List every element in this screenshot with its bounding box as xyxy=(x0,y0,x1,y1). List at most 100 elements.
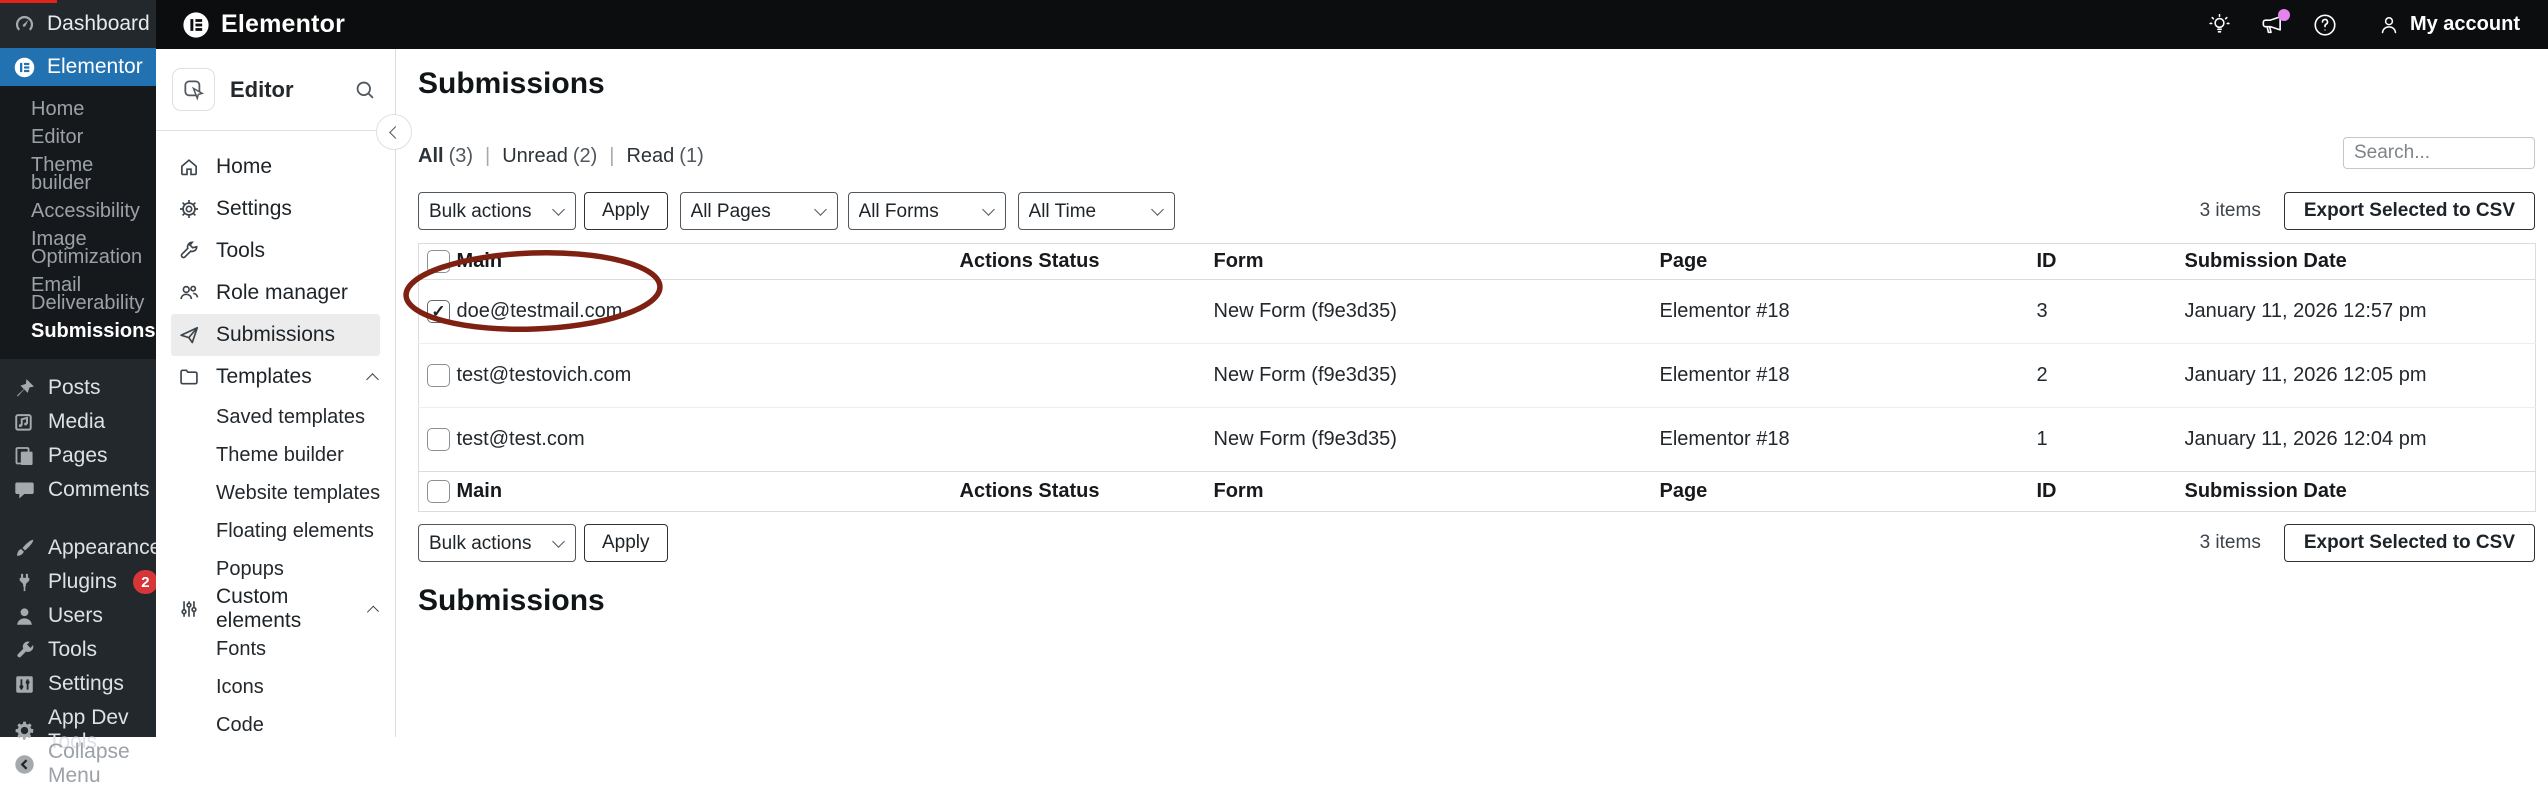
sidebar-item-label: Media xyxy=(48,410,106,433)
cell-email[interactable]: test@testovich.com xyxy=(455,343,959,408)
top-toolbar: Bulk actions Apply All Pages All Forms A… xyxy=(418,192,2535,230)
idea-lightbulb-icon[interactable] xyxy=(2207,12,2232,37)
cell-page[interactable]: Elementor #18 xyxy=(1658,343,2036,408)
column-page: Page xyxy=(1658,471,2036,512)
select-all-checkbox[interactable] xyxy=(427,250,450,273)
panel-item-submissions[interactable]: Submissions xyxy=(171,314,380,356)
separator: | xyxy=(485,145,491,167)
sidebar-item-label: Tools xyxy=(48,638,98,661)
wrench-icon xyxy=(13,639,36,662)
sidebar-item-pages[interactable]: Pages xyxy=(0,439,156,473)
gear-icon xyxy=(13,719,36,742)
cell-email[interactable]: doe@testmail.com xyxy=(455,279,959,344)
cell-form: New Form (f9e3d35) xyxy=(1213,428,1397,450)
sidebar-item-posts[interactable]: Posts xyxy=(0,371,156,405)
panel-subitem-code[interactable]: Code xyxy=(156,706,395,744)
sidebar-item-elementor[interactable]: Elementor xyxy=(0,48,156,86)
apply-button-bottom[interactable]: Apply xyxy=(584,524,668,562)
pages-icon xyxy=(13,445,36,468)
submenu-item-theme-builder[interactable]: Theme builder xyxy=(0,151,156,197)
bulk-actions-select-bottom[interactable]: Bulk actions xyxy=(418,524,576,562)
export-csv-button[interactable]: Export Selected to CSV xyxy=(2283,192,2535,230)
submenu-item-editor[interactable]: Editor xyxy=(0,123,156,151)
sidebar-item-users[interactable]: Users xyxy=(0,599,156,633)
elementor-panel: Editor Home Settings Tools Role manager … xyxy=(156,49,412,737)
column-id: ID xyxy=(2035,471,2184,512)
column-main: Main xyxy=(455,243,959,280)
submenu-item-submissions[interactable]: Submissions xyxy=(0,317,156,345)
sidebar-item-label: Comments xyxy=(48,478,150,501)
panel-subitem-popups[interactable]: Popups xyxy=(156,550,395,588)
my-account-button[interactable]: My account xyxy=(2377,13,2520,37)
view-filter-all[interactable]: All (3) xyxy=(418,145,473,168)
panel-item-label: Role manager xyxy=(216,281,348,304)
panel-subitem-label: Popups xyxy=(216,557,284,580)
sidebar-item-media[interactable]: Media xyxy=(0,405,156,439)
panel-subitem-website-templates[interactable]: Website templates xyxy=(156,474,395,512)
submenu-item-home[interactable]: Home xyxy=(0,95,156,123)
account-label: My account xyxy=(2409,13,2520,35)
page-title: Submissions xyxy=(418,67,605,100)
paper-plane-icon xyxy=(178,324,200,346)
row-checkbox[interactable]: ✓ xyxy=(427,300,450,323)
sidebar-item-label: Collapse Menu xyxy=(48,740,130,787)
panel-item-label: Templates xyxy=(216,365,312,388)
panel-item-label: Tools xyxy=(216,239,266,262)
submenu-item-image-optimization[interactable]: Image Optimization xyxy=(0,225,156,271)
sidebar-item-tools[interactable]: Tools xyxy=(0,633,156,667)
panel-item-role-manager[interactable]: Role manager xyxy=(156,272,395,314)
panel-item-home[interactable]: Home xyxy=(156,146,395,188)
view-filter-unread[interactable]: Unread (2) xyxy=(502,145,597,168)
all-forms-select[interactable]: All Forms xyxy=(847,192,1006,230)
row-checkbox[interactable] xyxy=(427,428,450,451)
view-filter-read[interactable]: Read (1) xyxy=(626,145,703,168)
panel-subitem-label: Theme builder xyxy=(216,443,344,466)
panel-header: Editor xyxy=(156,49,395,131)
bulk-actions-select[interactable]: Bulk actions xyxy=(418,192,576,230)
panel-subitem-label: Website templates xyxy=(216,481,381,504)
sidebar-item-label: Users xyxy=(48,604,103,627)
export-csv-button-bottom[interactable]: Export Selected to CSV xyxy=(2283,524,2535,562)
panel-item-custom-elements[interactable]: Custom elements xyxy=(156,585,395,632)
column-submission-date: Submission Date xyxy=(2183,243,2536,280)
sidebar-item-collapse-menu[interactable]: Collapse Menu xyxy=(0,740,156,787)
sidebar-item-comments[interactable]: Comments xyxy=(0,473,156,507)
plugins-update-badge: 2 xyxy=(132,570,158,594)
all-pages-select[interactable]: All Pages xyxy=(679,192,838,230)
submenu-item-email-deliverability[interactable]: Email Deliverability xyxy=(0,271,156,317)
table-row: test@test.com New Form (f9e3d35) Element… xyxy=(419,408,2536,472)
all-time-select[interactable]: All Time xyxy=(1017,192,1175,230)
row-checkbox[interactable] xyxy=(427,364,450,387)
panel-subitem-fonts[interactable]: Fonts xyxy=(156,630,395,668)
panel-item-tools[interactable]: Tools xyxy=(156,230,395,272)
cell-page[interactable]: Elementor #18 xyxy=(1658,279,2036,344)
editor-launch-button[interactable] xyxy=(172,68,215,111)
apply-button[interactable]: Apply xyxy=(584,192,668,230)
panel-collapse-button[interactable] xyxy=(376,114,412,150)
cell-page[interactable]: Elementor #18 xyxy=(1659,408,2036,472)
help-icon[interactable] xyxy=(2312,12,2338,38)
panel-subitem-label: Code xyxy=(216,713,264,736)
elementor-logo-icon xyxy=(13,56,36,79)
search-input[interactable] xyxy=(2343,137,2535,169)
panel-subitem-theme-builder[interactable]: Theme builder xyxy=(156,436,395,474)
panel-subitem-saved-templates[interactable]: Saved templates xyxy=(156,398,395,436)
submenu-item-accessibility[interactable]: Accessibility xyxy=(0,197,156,225)
panel-subitem-icons[interactable]: Icons xyxy=(156,668,395,706)
select-all-checkbox[interactable] xyxy=(427,480,450,503)
sidebar-item-settings[interactable]: Settings xyxy=(0,667,156,701)
panel-item-templates[interactable]: Templates xyxy=(156,356,395,398)
table-row: ✓ doe@testmail.com New Form (f9e3d35) El… xyxy=(418,279,2536,344)
footer-page-title: Submissions xyxy=(418,584,605,617)
announcements-megaphone-icon[interactable] xyxy=(2259,8,2290,38)
sidebar-item-dashboard[interactable]: Dashboard xyxy=(0,0,156,48)
panel-item-settings[interactable]: Settings xyxy=(156,188,395,230)
panel-subitem-floating-elements[interactable]: Floating elements xyxy=(156,512,395,550)
sidebar-item-appearance[interactable]: Appearance xyxy=(0,531,161,565)
panel-subitem-label: Saved templates xyxy=(216,405,365,428)
chevron-up-icon xyxy=(366,372,379,386)
cell-email[interactable]: test@test.com xyxy=(456,408,959,472)
panel-item-label: Submissions xyxy=(216,323,336,346)
search-icon[interactable] xyxy=(353,78,377,102)
sidebar-item-plugins[interactable]: Plugins 2 xyxy=(0,565,158,599)
